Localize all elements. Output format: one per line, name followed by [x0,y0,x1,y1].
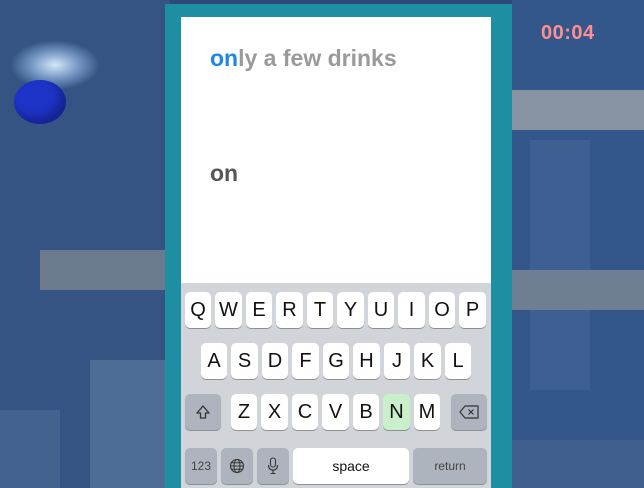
key-g[interactable]: G [323,343,349,379]
key-d[interactable]: D [262,343,288,379]
typed-text[interactable]: on [210,160,238,187]
return-key[interactable]: return [413,448,487,484]
shift-icon [196,405,210,419]
key-c[interactable]: C [292,394,318,430]
timer: 00:04 [541,22,595,44]
key-y[interactable]: Y [337,292,364,328]
key-a[interactable]: A [201,343,227,379]
key-p[interactable]: P [459,292,486,328]
blue-ball [14,80,66,124]
dictation-key[interactable] [257,448,289,484]
globe-key[interactable] [221,448,253,484]
backspace-key[interactable] [451,394,487,430]
scene-panel [40,250,165,290]
key-q[interactable]: Q [185,292,211,328]
key-z[interactable]: Z [231,394,257,430]
key-m[interactable]: M [414,394,440,430]
space-key[interactable]: space [293,448,409,484]
key-s[interactable]: S [231,343,258,379]
scene-panel [512,270,644,310]
numbers-key[interactable]: 123 [185,448,217,484]
scene-panel [530,140,590,390]
key-t[interactable]: T [307,292,333,328]
key-l[interactable]: L [445,343,471,379]
scene-panel [90,360,165,488]
on-screen-keyboard: Q W E R T Y U I O P A S D F G H J K L Z … [181,283,491,488]
key-i[interactable]: I [398,292,425,328]
target-phrase: only a few drinks [210,45,397,72]
scene-panel [512,90,644,130]
key-e[interactable]: E [246,292,272,328]
key-h[interactable]: H [353,343,380,379]
microphone-icon [267,457,279,475]
globe-icon [229,458,245,474]
key-u[interactable]: U [368,292,394,328]
scene-panel [0,410,60,488]
key-f[interactable]: F [292,343,319,379]
key-r[interactable]: R [276,292,303,328]
scene-panel [512,440,644,488]
light-glow [10,40,100,90]
key-v[interactable]: V [322,394,349,430]
shift-key[interactable] [185,394,221,430]
key-k[interactable]: K [414,343,441,379]
key-o[interactable]: O [429,292,455,328]
key-n[interactable]: N [383,394,410,430]
target-phrase-typed: on [210,45,239,71]
key-w[interactable]: W [215,292,242,328]
key-j[interactable]: J [384,343,410,379]
target-phrase-remaining: ly a few drinks [238,45,397,71]
backspace-icon [459,405,479,419]
key-x[interactable]: X [261,394,288,430]
key-b[interactable]: B [353,394,379,430]
